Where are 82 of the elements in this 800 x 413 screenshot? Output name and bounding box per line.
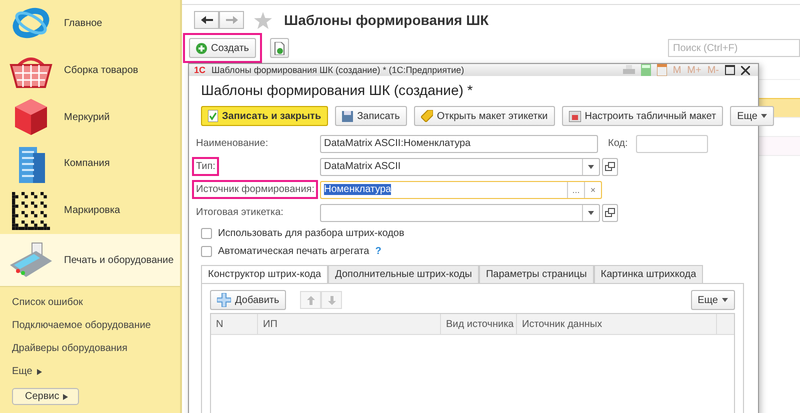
app-logo: 1С xyxy=(194,65,206,75)
dropdown-field[interactable]: DataMatrix ASCII xyxy=(320,158,600,176)
payment-terminal-icon xyxy=(8,241,54,280)
open-window-icon xyxy=(605,208,615,217)
section-item[interactable]: Печать и оборудование xyxy=(0,234,180,288)
datamatrix-icon xyxy=(12,192,50,230)
column-header[interactable]: Вид источника xyxy=(441,314,517,334)
up-arrow-icon xyxy=(306,296,315,304)
form-title: Шаблоны формирования ШК (создание) * xyxy=(201,82,474,98)
move-down-button[interactable] xyxy=(321,291,342,309)
window-title: Шаблоны формирования ШК (создание) * (1С:Предприятие) xyxy=(212,65,464,75)
plus-circle-icon xyxy=(196,42,207,54)
table-layout-button[interactable]: Настроить табличный макет xyxy=(562,106,724,126)
left-arrow-icon xyxy=(200,16,212,24)
table-icon xyxy=(568,110,581,122)
right-arrow-icon xyxy=(226,16,238,24)
section-item[interactable]: Меркурий xyxy=(0,94,180,141)
add-button[interactable]: Добавить xyxy=(210,290,286,310)
section-item[interactable]: Главное xyxy=(0,0,180,47)
checkbox[interactable] xyxy=(201,228,212,238)
field-button[interactable]: ... xyxy=(567,182,584,198)
field-label: Источник формирования: xyxy=(192,180,318,199)
checkbox-label: Автоматическая печать агрегата xyxy=(218,246,370,256)
checkbox-label: Использовать для разбора штрих-кодов xyxy=(218,228,404,238)
tab[interactable]: Картинка штрихкода xyxy=(594,265,704,283)
more-button[interactable]: Еще xyxy=(730,106,774,126)
dropdown-caret-icon xyxy=(588,164,594,168)
field-button[interactable]: × xyxy=(584,182,601,198)
triangle-icon xyxy=(37,369,42,376)
column-header[interactable]: Источник данных xyxy=(517,314,717,334)
back-button[interactable] xyxy=(194,11,219,29)
document-check-icon xyxy=(208,110,218,122)
column-header[interactable]: N xyxy=(211,314,258,334)
down-arrow-icon xyxy=(328,296,336,304)
save-button[interactable]: Записать xyxy=(335,106,407,126)
calendar-icon[interactable] xyxy=(656,64,667,76)
field-label: Итоговая этикетка: xyxy=(195,206,284,220)
checkbox[interactable] xyxy=(201,246,212,256)
copy-button[interactable] xyxy=(270,38,290,58)
section-item[interactable]: Компания xyxy=(0,140,180,188)
name-field[interactable]: DataMatrix ASCII:Номенклатура xyxy=(320,134,598,152)
dropdown-caret-icon xyxy=(588,210,594,214)
document-icon xyxy=(274,42,286,54)
field-label: Наименование: xyxy=(195,137,270,151)
nav-link[interactable]: Подключаемое оборудование xyxy=(12,318,168,334)
section-item[interactable]: Сборка товаров xyxy=(0,46,180,94)
code-field[interactable] xyxy=(636,134,708,152)
dropdown-caret-icon xyxy=(761,114,768,118)
open-button[interactable] xyxy=(602,204,618,222)
move-up-button[interactable] xyxy=(300,291,322,309)
tag-icon xyxy=(420,110,433,122)
more-button[interactable]: Еще xyxy=(690,290,735,310)
dropdown-caret-icon xyxy=(722,298,728,302)
triangle-icon xyxy=(63,394,68,400)
printer-icon[interactable] xyxy=(622,64,635,76)
nav-link[interactable]: Список ошибок xyxy=(12,295,168,312)
section-item[interactable]: Маркировка xyxy=(0,187,180,234)
more-link[interactable]: Еще xyxy=(12,364,168,380)
plus-icon xyxy=(217,293,231,307)
open-window-icon xyxy=(605,162,615,171)
help-link[interactable]: ? xyxy=(375,246,382,256)
tab[interactable]: Дополнительные штрих-коды xyxy=(328,265,479,283)
star-icon[interactable] xyxy=(254,12,272,28)
open-button[interactable] xyxy=(602,158,618,176)
nav-link[interactable]: Драйверы оборудования xyxy=(12,341,168,358)
tab[interactable]: Параметры страницы xyxy=(478,265,594,283)
choice-field[interactable]: Номенклатура ... × xyxy=(320,180,602,198)
column-header[interactable]: ИП xyxy=(258,314,441,334)
search-field[interactable]: Поиск (Ctrl+F) xyxy=(668,39,800,57)
open-label-button[interactable]: Открыть макет этикетки xyxy=(414,106,555,126)
save-and-close-button[interactable]: Записать и закрыть xyxy=(201,106,328,126)
page-title: Шаблоны формирования ШК xyxy=(284,12,489,28)
calculator-icon[interactable] xyxy=(640,64,651,76)
field-label: Тип: xyxy=(192,157,220,176)
dropdown-field[interactable] xyxy=(320,204,600,222)
service-button[interactable]: Сервис xyxy=(12,388,80,406)
field-label: Код: xyxy=(608,138,628,149)
create-button[interactable]: Создать xyxy=(189,38,256,58)
cube-icon xyxy=(13,97,49,138)
maximize-icon[interactable] xyxy=(725,65,735,75)
close-icon[interactable] xyxy=(741,66,750,74)
tab[interactable]: Конструктор штрих-кода xyxy=(201,265,328,283)
